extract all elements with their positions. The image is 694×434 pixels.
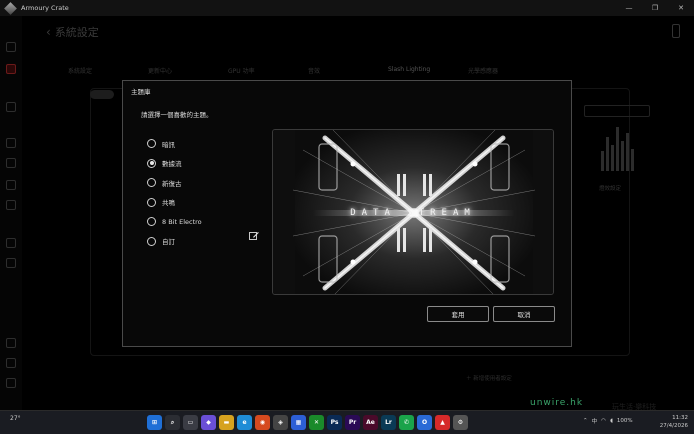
theme-option-label: 數據流 [162, 160, 182, 169]
settings-gear-icon[interactable] [6, 378, 16, 388]
theme-library-dialog: 主題庫 請選擇一個喜歡的主題。 暗訊 數據流 新復古 共鳴 8 Bit Elec… [122, 80, 572, 347]
chevron-up-icon[interactable]: ⌃ [583, 418, 588, 424]
theme-option-8bit-electro[interactable]: 8 Bit Electro [147, 212, 202, 232]
theme-option-resonance[interactable]: 共鳴 [147, 193, 202, 213]
theme-option-label: 新復古 [162, 179, 182, 188]
theme-options: 暗訊 數據流 新復古 共鳴 8 Bit Electro 自訂 [147, 134, 202, 251]
background-lighting-label: 燈效設定 [599, 186, 622, 192]
background-theme-button[interactable] [584, 105, 650, 117]
clock-time: 11:32 [672, 415, 688, 421]
theme-option-dark-signal[interactable]: 暗訊 [147, 134, 202, 154]
background-add-profile[interactable]: ＋ 新增使用者設定 [466, 374, 512, 382]
xbox-icon[interactable]: ✕ [309, 415, 324, 430]
armoury-crate-logo-icon [4, 1, 17, 15]
theme-option-custom[interactable]: 自訂 [147, 232, 202, 252]
edge-icon[interactable]: e [237, 415, 252, 430]
dialog-title: 主題庫 [131, 88, 151, 96]
radio-icon[interactable] [147, 139, 156, 149]
radio-icon[interactable] [147, 217, 156, 227]
system-tray: ⌃ 中 ◠ ◖ 100% [583, 417, 633, 425]
store-icon[interactable]: ▦ [291, 415, 306, 430]
phone-icon[interactable] [672, 24, 680, 38]
armoury-crate-icon[interactable]: ◈ [273, 415, 288, 430]
edit-icon[interactable] [249, 231, 259, 241]
start-icon[interactable]: ⊞ [147, 415, 162, 430]
task-view-icon[interactable]: ▭ [183, 415, 198, 430]
weather-widget[interactable]: 27° [10, 415, 21, 422]
back-icon[interactable]: ‹ [46, 25, 51, 39]
background-toggle[interactable] [90, 90, 114, 99]
photoshop-icon[interactable]: Ps [327, 415, 342, 430]
device-icon[interactable] [6, 64, 16, 74]
cancel-button[interactable]: 取消 [493, 306, 555, 322]
gamevisual-icon[interactable] [6, 138, 16, 148]
radio-checked-icon[interactable] [147, 158, 156, 168]
window-controls: — ❐ ✕ [616, 0, 694, 16]
tab-sensor[interactable]: 光學感應器 [468, 66, 548, 75]
scenario-icon[interactable] [6, 158, 16, 168]
theme-option-label: 暗訊 [162, 140, 175, 149]
apply-button[interactable]: 套用 [427, 306, 489, 322]
settings-tabs: 系統設定 更新中心 GPU 功率 音效 Slash Lighting 光學感應器 [68, 66, 548, 75]
radio-icon[interactable] [147, 197, 156, 207]
app-title: Armoury Crate [21, 4, 69, 12]
theme-option-label: 共鳴 [162, 199, 175, 208]
theme-option-label: 8 Bit Electro [162, 217, 202, 226]
home-icon[interactable] [6, 42, 16, 52]
restore-button[interactable]: ❐ [642, 0, 668, 16]
user-icon[interactable] [6, 258, 16, 268]
account-icon[interactable] [6, 358, 16, 368]
library-icon[interactable] [6, 180, 16, 190]
copilot-icon[interactable]: ◆ [201, 415, 216, 430]
radio-icon[interactable] [147, 236, 156, 246]
lightroom-icon[interactable]: Lr [381, 415, 396, 430]
page-title: 系統設定 [54, 26, 99, 39]
tab-slash-lighting[interactable]: Slash Lighting [388, 66, 468, 75]
aftereffects-icon[interactable]: Ae [363, 415, 378, 430]
wifi-icon[interactable]: ◠ [601, 418, 606, 424]
file-explorer-icon[interactable]: ▬ [219, 415, 234, 430]
language-indicator[interactable]: 中 [592, 417, 598, 425]
chrome-icon[interactable]: ◉ [255, 415, 270, 430]
radio-icon[interactable] [147, 178, 156, 188]
close-window-button[interactable]: ✕ [668, 0, 694, 16]
clock-date: 27/4/2026 [659, 423, 688, 429]
preview-title: DATA STREAM [350, 208, 476, 218]
page-header: ‹ 系統設定 [46, 24, 99, 40]
theme-option-neo-retro[interactable]: 新復古 [147, 173, 202, 193]
whatsapp-icon[interactable]: ✆ [399, 415, 414, 430]
deals-icon[interactable] [6, 200, 16, 210]
theme-option-data-stream[interactable]: 數據流 [147, 154, 202, 174]
dialog-prompt: 請選擇一個喜歡的主題。 [141, 111, 213, 119]
battery-level[interactable]: 100% [617, 418, 633, 424]
left-sidebar [0, 16, 22, 410]
outlook-icon[interactable]: O [417, 415, 432, 430]
tab-audio[interactable]: 音效 [308, 66, 388, 75]
taskbar-apps: ⊞ ⌕ ▭ ◆ ▬ e ◉ ◈ ▦ ✕ Ps Pr Ae Lr ✆ O ▲ ⚙ [147, 415, 468, 430]
tab-system[interactable]: 系統設定 [68, 66, 148, 75]
theme-option-label: 自訂 [162, 238, 175, 247]
search-icon[interactable]: ⌕ [165, 415, 180, 430]
tab-update[interactable]: 更新中心 [148, 66, 228, 75]
settings-app-icon[interactable]: ⚙ [453, 415, 468, 430]
theme-preview: DATA STREAM [272, 129, 554, 295]
tab-gpu[interactable]: GPU 功率 [228, 66, 308, 75]
volume-icon[interactable]: ◖ [610, 418, 613, 424]
news-icon[interactable] [6, 238, 16, 248]
app-icon[interactable]: ▲ [435, 415, 450, 430]
title-bar: Armoury Crate — ❐ ✕ [0, 0, 694, 16]
aura-icon[interactable] [6, 102, 16, 112]
notification-icon[interactable] [6, 338, 16, 348]
watermark-logo: unwire.hk [530, 398, 584, 408]
premiere-icon[interactable]: Pr [345, 415, 360, 430]
background-visualizer [597, 121, 637, 171]
clock[interactable]: 11:32 27/4/2026 [660, 414, 688, 430]
minimize-button[interactable]: — [616, 0, 642, 16]
windows-taskbar: 27° ⊞ ⌕ ▭ ◆ ▬ e ◉ ◈ ▦ ✕ Ps Pr Ae Lr ✆ O … [0, 410, 694, 434]
